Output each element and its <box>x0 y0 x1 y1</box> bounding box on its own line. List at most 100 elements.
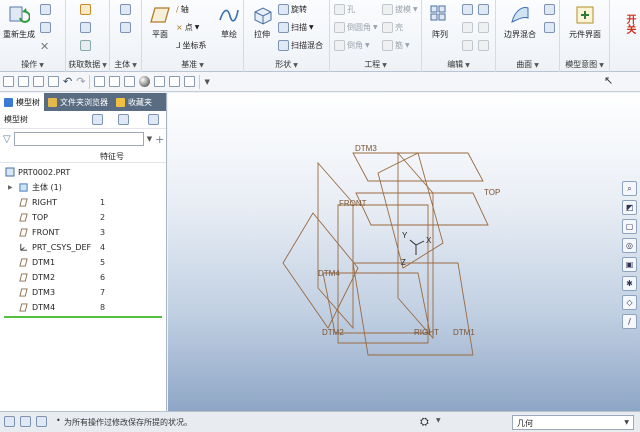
paste-button[interactable] <box>40 22 51 33</box>
edit-button-1[interactable] <box>462 4 473 15</box>
regenerate-button[interactable]: 重新生成 <box>2 4 36 40</box>
selection-filter-select[interactable]: 几何 ▼ <box>512 415 634 430</box>
hole-button[interactable]: 孔 <box>334 4 355 15</box>
tree-item-top[interactable]: TOP 2 <box>0 210 166 225</box>
sweep-button[interactable]: 扫描 ▼ <box>278 22 314 33</box>
new-file-icon[interactable] <box>3 76 14 87</box>
add-filter-icon[interactable]: + <box>155 133 164 146</box>
boundary-blend-button[interactable]: 边界混合 <box>500 4 540 40</box>
body-button-2[interactable] <box>120 22 131 33</box>
revolve-button[interactable]: 旋转 <box>278 4 307 15</box>
extrude-button[interactable]: 拉伸 <box>248 4 276 40</box>
right-plane[interactable] <box>317 161 354 330</box>
axis-display-icon[interactable]: ∕ <box>622 314 637 329</box>
top-plane[interactable] <box>355 192 489 226</box>
tree-item-dtm2[interactable]: DTM2 6 <box>0 270 166 285</box>
surface-button-2[interactable] <box>544 22 555 33</box>
display-style-icon[interactable] <box>139 76 151 87</box>
tree-item-front[interactable]: FRONT 3 <box>0 225 166 240</box>
print-icon[interactable] <box>48 76 59 87</box>
camera-icon[interactable]: ▣ <box>622 257 637 272</box>
edit-button-5[interactable] <box>462 40 473 51</box>
sketch-button[interactable]: 草绘 <box>216 4 242 40</box>
swept-blend-button[interactable]: 扫描混合 <box>278 40 323 51</box>
get-data-group-label[interactable]: 获取数据 ▼ <box>66 59 109 70</box>
tab-favorites[interactable]: 收藏夹 <box>112 93 156 111</box>
graphics-viewport[interactable]: DTM3 TOP FRONT DTM4 DTM2 RIGHT DTM1 X Y … <box>168 93 640 411</box>
dtm3-plane[interactable] <box>352 152 484 182</box>
tree-item-dtm1[interactable]: DTM1 5 <box>0 255 166 270</box>
datum-group-label[interactable]: 基准 ▼ <box>142 59 243 70</box>
body-button-1[interactable] <box>120 4 131 15</box>
tree-search-input[interactable] <box>13 132 144 146</box>
front-plane[interactable] <box>337 204 429 344</box>
dtm4-plane[interactable] <box>352 262 474 356</box>
tree-settings-icon[interactable] <box>92 114 103 125</box>
chamfer-button[interactable]: 倒角 ▼ <box>334 40 370 51</box>
edit-button-4[interactable] <box>478 22 489 33</box>
undo-icon[interactable]: ↶ <box>63 75 72 88</box>
insert-here-indicator[interactable] <box>4 316 162 318</box>
edit-button-6[interactable] <box>478 40 489 51</box>
surfaces-group-label[interactable]: 曲面 ▼ <box>496 59 559 70</box>
more-tools-chevron-icon[interactable]: ▼ <box>204 78 209 86</box>
delete-button[interactable]: ✕ <box>40 40 49 53</box>
model-intent-group-label[interactable]: 模型意图 ▼ <box>560 59 609 70</box>
datum-display-filter-icon[interactable] <box>184 76 196 87</box>
feature-id-column-header[interactable]: 特征号 <box>100 151 124 162</box>
orient-icon[interactable]: ◩ <box>622 200 637 215</box>
status-browser-icon[interactable] <box>20 416 31 427</box>
get-data-button-1[interactable] <box>80 4 91 15</box>
selection-filter-chevron-icon[interactable]: ▼ <box>436 417 441 424</box>
tree-item-dtm3[interactable]: DTM3 7 <box>0 285 166 300</box>
status-panel-toggle-icon[interactable] <box>4 416 15 427</box>
switch-button[interactable]: 开关 <box>612 4 636 44</box>
plane-display-icon[interactable]: ◇ <box>622 295 637 310</box>
surface-button-1[interactable] <box>544 4 555 15</box>
tree-root[interactable]: PRT0002.PRT <box>0 165 166 180</box>
redo-icon[interactable]: ↷ <box>76 75 85 88</box>
draft-button[interactable]: 拔模 ▼ <box>382 4 418 15</box>
tree-columns-icon[interactable] <box>118 114 129 125</box>
copy-button[interactable] <box>40 4 51 15</box>
plane-button[interactable]: 平面 <box>146 4 174 40</box>
search-dropdown-chevron-icon[interactable]: ▼ <box>147 135 152 143</box>
csys-button[interactable]: ⅃ 坐标系 <box>176 40 206 51</box>
shell-button[interactable]: 壳 <box>382 22 403 33</box>
spin-center-icon[interactable]: ◎ <box>622 238 637 253</box>
dtm2-plane[interactable] <box>322 272 431 334</box>
point-button[interactable]: × 点 ▼ <box>176 22 199 33</box>
open-file-icon[interactable] <box>18 76 29 87</box>
editing-group-label[interactable]: 编辑 ▼ <box>422 59 495 70</box>
shapes-group-label[interactable]: 形状 ▼ <box>244 59 329 70</box>
zoom-out-icon[interactable] <box>124 76 136 87</box>
round-button[interactable]: 倒圆角 ▼ <box>334 22 378 33</box>
expand-arrow-icon[interactable]: ▶ <box>8 184 13 191</box>
engineering-group-label[interactable]: 工程 ▼ <box>330 59 421 70</box>
zoom-in-icon[interactable] <box>109 76 121 87</box>
refit-icon[interactable] <box>94 76 106 87</box>
get-data-button-3[interactable] <box>80 40 91 51</box>
view-manager-icon[interactable] <box>169 76 181 87</box>
tree-filter-options-icon[interactable] <box>148 114 159 125</box>
axis-button[interactable]: / 轴 <box>176 4 189 15</box>
tab-model-tree[interactable]: 模型树 <box>0 93 44 111</box>
annotation-display-icon[interactable]: ✱ <box>622 276 637 291</box>
body-group-label[interactable]: 主体 ▼ <box>110 59 141 70</box>
tab-folder-browser[interactable]: 文件夹浏览器 <box>44 93 112 111</box>
operations-group-label[interactable]: 操作 ▼ <box>0 59 65 70</box>
tree-item-csys[interactable]: PRT_CSYS_DEF 4 <box>0 240 166 255</box>
tree-item-right[interactable]: RIGHT 1 <box>0 195 166 210</box>
save-icon[interactable] <box>33 76 44 87</box>
status-fullscreen-icon[interactable] <box>36 416 47 427</box>
saved-orientation-icon[interactable] <box>154 76 166 87</box>
get-data-button-2[interactable] <box>80 22 91 33</box>
tree-item-dtm4[interactable]: DTM4 8 <box>0 300 166 315</box>
edit-button-3[interactable] <box>462 22 473 33</box>
tree-item-body[interactable]: ▶ 主体 (1) <box>0 180 166 195</box>
coordinate-system-glyph[interactable] <box>409 239 425 255</box>
zoom-icon[interactable]: ⌕ <box>622 181 637 196</box>
component-interface-button[interactable]: 元件界面 <box>564 4 606 40</box>
selection-filter-icon[interactable]: ⛭ <box>420 415 429 429</box>
edit-button-2[interactable] <box>478 4 489 15</box>
